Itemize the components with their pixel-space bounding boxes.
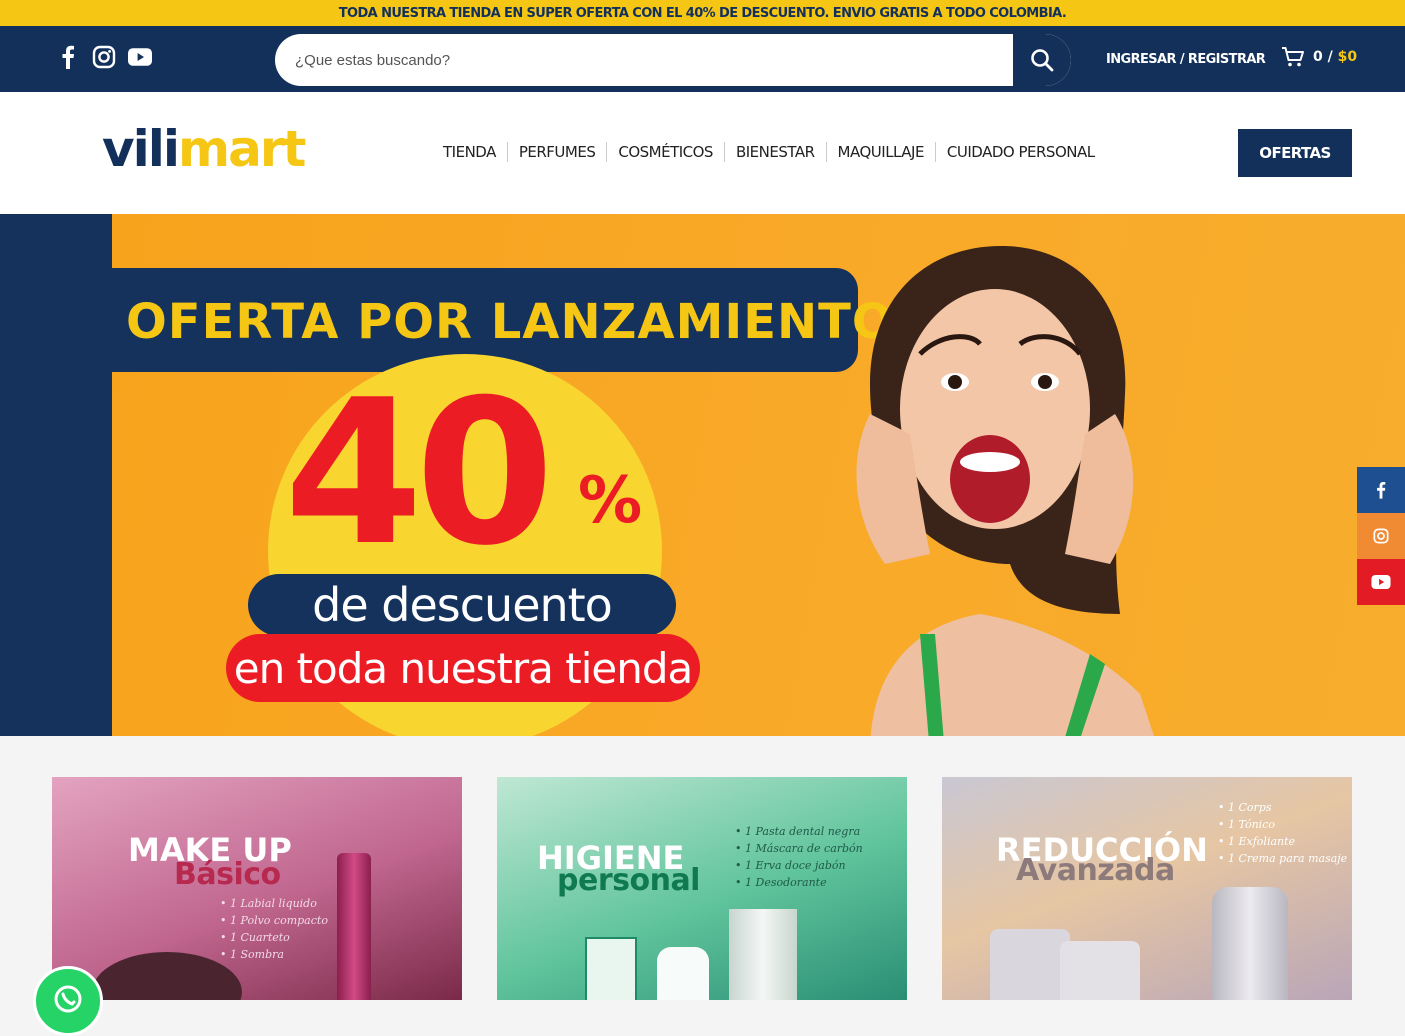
youtube-icon[interactable]: [128, 44, 152, 70]
facebook-icon[interactable]: [56, 44, 80, 70]
side-youtube-button[interactable]: [1357, 559, 1405, 605]
youtube-icon: [1371, 575, 1391, 589]
card-item: 1 Polvo compacto: [220, 912, 328, 929]
side-instagram-button[interactable]: [1357, 513, 1405, 559]
cart-icon: [1282, 47, 1304, 67]
main-header: vilimart TIENDA PERFUMES COSMÉTICOS BIEN…: [0, 92, 1405, 214]
search-button[interactable]: [1013, 34, 1071, 86]
toothpaste-image: [585, 937, 637, 1000]
lipstick-image: [337, 853, 371, 1000]
main-nav: TIENDA PERFUMES COSMÉTICOS BIENESTAR MAQ…: [432, 142, 1106, 162]
facebook-icon: [1377, 482, 1386, 499]
logo[interactable]: vilimart: [102, 120, 306, 178]
top-social-links: [56, 44, 152, 70]
hero-subline-1: de descuento: [248, 574, 676, 636]
whatsapp-button[interactable]: [33, 966, 103, 1036]
cream-jar-image: [990, 929, 1070, 1000]
side-facebook-button[interactable]: [1357, 467, 1405, 513]
nav-item-tienda[interactable]: TIENDA: [432, 142, 507, 162]
card-makeup-basico[interactable]: MAKE UP Básico 1 Labial liquido 1 Polvo …: [52, 777, 462, 1000]
category-cards: MAKE UP Básico 1 Labial liquido 1 Polvo …: [0, 736, 1405, 1000]
cart-separator: /: [1327, 49, 1333, 65]
card-higiene-personal[interactable]: HIGIENE personal 1 Pasta dental negra 1 …: [497, 777, 907, 1000]
floating-social-bar: [1357, 467, 1405, 605]
instagram-icon[interactable]: [92, 44, 116, 70]
instagram-icon: [1373, 528, 1389, 544]
card-item: 1 Crema para masaje: [1218, 850, 1347, 867]
hero-subline-2: en toda nuestra tienda: [226, 634, 700, 702]
tube-image: [729, 909, 797, 1000]
cart-count: 0: [1313, 49, 1323, 65]
nav-item-cosmeticos[interactable]: COSMÉTICOS: [606, 142, 724, 162]
card-item: 1 Sombra: [220, 946, 328, 963]
login-register-link[interactable]: INGRESAR / REGISTRAR: [1106, 52, 1266, 67]
card-item: 1 Labial liquido: [220, 895, 328, 912]
nav-item-maquillaje[interactable]: MAQUILLAJE: [825, 142, 935, 162]
hero-banner[interactable]: OFERTA POR LANZAMIENTO 40 % de descuento…: [0, 214, 1405, 736]
cart-button[interactable]: 0 / $0: [1281, 46, 1357, 68]
search-icon: [1031, 49, 1054, 72]
card-item: 1 Cuarteto: [220, 929, 328, 946]
nav-item-cuidado-personal[interactable]: CUIDADO PERSONAL: [934, 142, 1106, 162]
card-item-list: 1 Labial liquido 1 Polvo compacto 1 Cuar…: [220, 895, 328, 963]
nav-item-bienestar[interactable]: BIENESTAR: [723, 142, 826, 162]
hero-percent-sign: %: [578, 464, 643, 538]
card-reduccion-avanzada[interactable]: REDUCCIÓN Avanzada 1 Corps 1 Tónico 1 Ex…: [942, 777, 1352, 1000]
nav-item-perfumes[interactable]: PERFUMES: [506, 142, 607, 162]
hero-woman-image: [856, 245, 1154, 736]
cart-amount: $0: [1337, 49, 1358, 65]
card-item: 1 Máscara de carbón: [735, 840, 863, 857]
hero-discount-number: 40: [284, 357, 554, 590]
bottle-image: [1212, 887, 1288, 1000]
card-item: 1 Erva doce jabón: [735, 857, 863, 874]
card-item-list: 1 Pasta dental negra 1 Máscara de carbón…: [735, 823, 863, 891]
card-item: 1 Corps: [1218, 799, 1347, 816]
card-item: 1 Tónico: [1218, 816, 1347, 833]
top-bar: INGRESAR / REGISTRAR 0 / $0: [0, 28, 1405, 92]
card-item-list: 1 Corps 1 Tónico 1 Exfoliante 1 Crema pa…: [1218, 799, 1347, 867]
card-title-2: Básico: [174, 857, 281, 892]
search-bar: [275, 34, 1071, 86]
whatsapp-icon: [54, 985, 82, 1013]
card-item: 1 Desodorante: [735, 874, 863, 891]
logo-text-vili: vili: [102, 120, 180, 178]
card-title-2: personal: [557, 863, 700, 898]
card-item: 1 Pasta dental negra: [735, 823, 863, 840]
search-input[interactable]: [275, 34, 1013, 86]
ofertas-button[interactable]: OFERTAS: [1238, 129, 1352, 177]
logo-text-mart: mart: [178, 120, 306, 178]
card-item: 1 Exfoliante: [1218, 833, 1347, 850]
cream-jar-image: [1060, 941, 1140, 1000]
card-title-2: Avanzada: [1016, 853, 1175, 888]
promo-bar: TODA NUESTRA TIENDA EN SUPER OFERTA CON …: [0, 0, 1405, 28]
soap-bottle-image: [657, 947, 709, 1000]
promo-text: TODA NUESTRA TIENDA EN SUPER OFERTA CON …: [338, 5, 1067, 21]
